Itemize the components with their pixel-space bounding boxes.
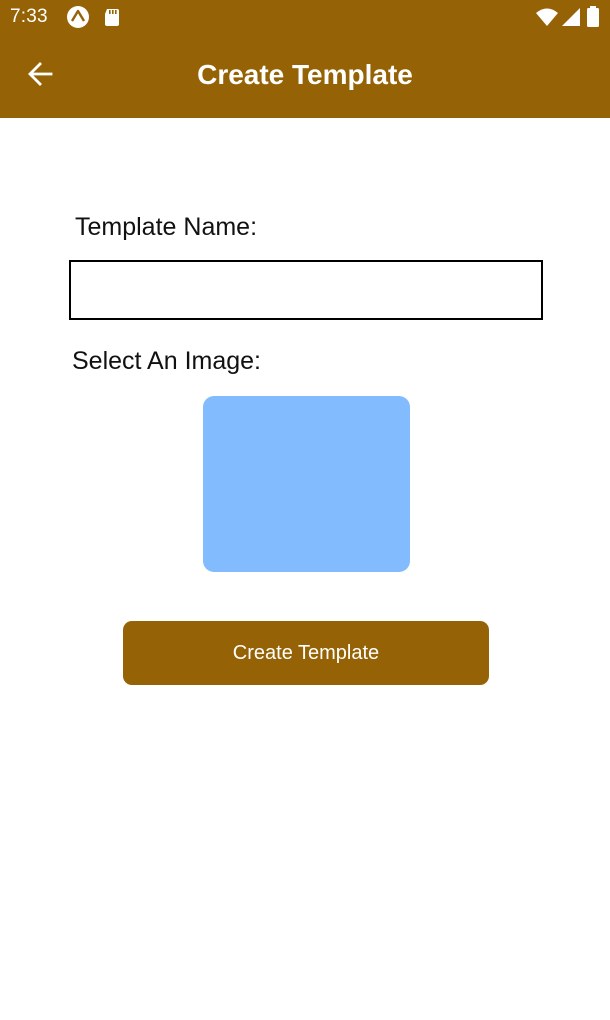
- status-time: 7:33: [10, 6, 48, 27]
- signal-icon: [560, 5, 584, 29]
- battery-icon: [584, 5, 602, 29]
- page-title: Create Template: [197, 59, 413, 90]
- app-bar: Create Template: [0, 34, 610, 118]
- status-bar: 7:33: [0, 0, 610, 34]
- select-image-label: Select An Image:: [72, 347, 262, 375]
- wifi-icon: [535, 5, 559, 29]
- template-name-input[interactable]: [69, 260, 543, 320]
- sd-card-icon: [100, 5, 124, 29]
- create-template-button[interactable]: Create Template: [123, 621, 489, 685]
- image-picker[interactable]: [203, 396, 410, 572]
- expo-icon: [66, 5, 90, 29]
- template-name-label: Template Name:: [75, 213, 258, 241]
- create-template-screen: 7:33 Create Template Template Name: Sele…: [0, 0, 610, 1020]
